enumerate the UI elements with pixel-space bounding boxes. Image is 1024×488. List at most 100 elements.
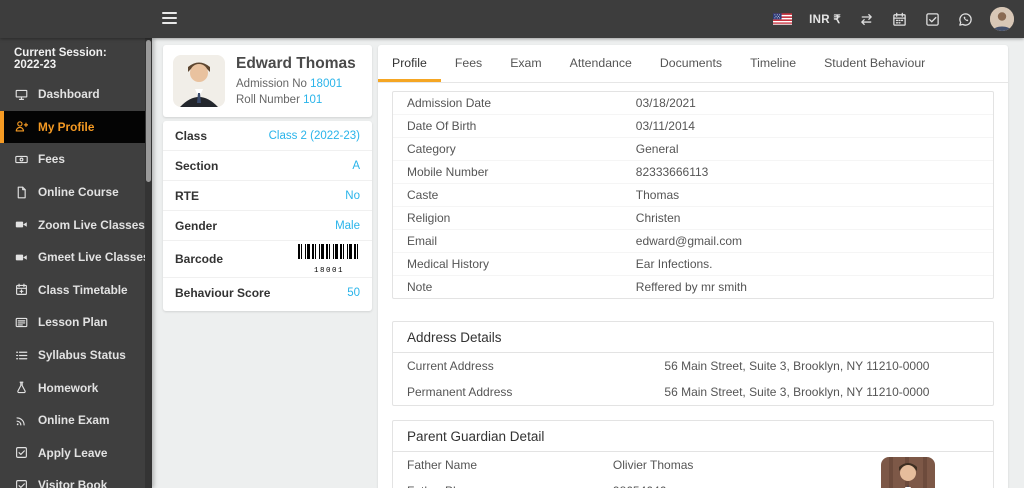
user-plus-icon: [14, 120, 28, 134]
summary-row-section: Section A: [163, 151, 372, 181]
whatsapp-icon[interactable]: [957, 11, 973, 27]
detail-label: Religion: [407, 211, 451, 225]
sidebar-item-lesson-plan[interactable]: Lesson Plan: [0, 306, 152, 339]
flask-icon: [14, 381, 28, 395]
detail-label: Caste: [407, 188, 439, 202]
parent-section-title: Parent Guardian Detail: [393, 421, 993, 452]
parent-guardian-box: Parent Guardian Detail Father Name Olivie…: [392, 420, 994, 488]
detail-value: 56 Main Street, Suite 3, Brooklyn, NY 11…: [664, 359, 930, 373]
summary-value: Male: [335, 219, 360, 232]
sidebar-scrollbar-thumb[interactable]: [146, 40, 151, 182]
tab-exam[interactable]: Exam: [496, 45, 555, 82]
tab-student-behaviour[interactable]: Student Behaviour: [810, 45, 939, 82]
student-name: Edward Thomas: [236, 55, 356, 72]
sidebar-item-gmeet-live-classes[interactable]: Gmeet Live Classes: [0, 241, 152, 274]
student-details-card: Class Class 2 (2022-23) Section A RTE No Gende…: [163, 121, 372, 311]
student-photo: [173, 55, 225, 107]
detail-value: Ear Infections.: [635, 257, 713, 271]
sidebar-item-my-profile[interactable]: My Profile: [0, 110, 152, 144]
language-flag-icon[interactable]: [773, 13, 793, 25]
detail-row-caste: Caste Thomas: [393, 184, 993, 207]
tab-attendance[interactable]: Attendance: [556, 45, 646, 82]
sidebar-nav: Dashboard My Profile Fees Online Course Zoom…: [0, 78, 152, 488]
detail-row-date-of-birth: Date Of Birth 03/11/2014: [393, 115, 993, 138]
summary-label: Class: [175, 128, 208, 143]
summary-row-barcode: Barcode 18001: [163, 241, 372, 278]
detail-label: Mobile Number: [407, 165, 489, 179]
topbar: INR ₹: [0, 0, 1024, 38]
sidebar-item-label: Apply Leave: [38, 445, 108, 460]
detail-row-email: Email edward@gmail.com: [393, 230, 993, 253]
tab-profile[interactable]: Profile: [378, 45, 441, 82]
sidebar-item-online-course[interactable]: Online Course: [0, 176, 152, 209]
detail-row-note: Note Reffered by mr smith: [393, 276, 993, 298]
barcode-image: 18001: [298, 241, 360, 277]
student-summary-card: Edward Thomas Admission No 18001 Roll Nu…: [163, 45, 372, 117]
sidebar-item-label: Class Timetable: [38, 282, 128, 297]
summary-label: Section: [175, 158, 219, 173]
list-icon: [14, 348, 28, 362]
summary-value: Class 2 (2022-23): [268, 129, 360, 142]
detail-row-admission-date: Admission Date 03/18/2021: [393, 92, 993, 115]
check-square-icon: [14, 446, 28, 460]
tab-fees[interactable]: Fees: [441, 45, 496, 82]
sidebar-item-dashboard[interactable]: Dashboard: [0, 78, 152, 111]
sidebar-item-label: Lesson Plan: [38, 315, 108, 330]
sidebar-item-label: Fees: [38, 152, 65, 167]
sidebar-item-label: Syllabus Status: [38, 348, 126, 363]
detail-value: edward@gmail.com: [635, 234, 743, 248]
detail-row-religion: Religion Christen: [393, 207, 993, 230]
detail-row-mobile-number: Mobile Number 82333666113: [393, 161, 993, 184]
summary-row-rte: RTE No: [163, 181, 372, 211]
detail-value: 03/18/2021: [635, 96, 696, 110]
barcode-number: 18001: [313, 267, 344, 275]
detail-value: 82333666113: [635, 165, 709, 179]
roll-number-line: Roll Number 101: [236, 92, 356, 108]
tab-documents[interactable]: Documents: [646, 45, 736, 82]
current-session-label: Current Session: 2022-23: [14, 47, 107, 71]
sidebar-item-label: Dashboard: [38, 87, 100, 102]
sidebar-item-homework[interactable]: Homework: [0, 371, 152, 404]
user-avatar[interactable]: [990, 7, 1014, 31]
tab-timeline[interactable]: Timeline: [736, 45, 810, 82]
swap-icon[interactable]: [858, 11, 874, 27]
video-icon: [14, 218, 28, 232]
rss-icon: [14, 413, 28, 427]
detail-value: Christen: [635, 211, 681, 225]
sidebar-item-label: Gmeet Live Classes: [38, 250, 150, 265]
sidebar-item-online-exam[interactable]: Online Exam: [0, 404, 152, 437]
sidebar-item-apply-leave[interactable]: Apply Leave: [0, 437, 152, 470]
admission-no-value: 18001: [310, 78, 343, 90]
menu-toggle-icon[interactable]: [162, 12, 177, 25]
sidebar-item-class-timetable[interactable]: Class Timetable: [0, 274, 152, 307]
admission-no-label: Admission No: [236, 78, 307, 90]
detail-label: Permanent Address: [407, 385, 513, 399]
sidebar-item-fees[interactable]: Fees: [0, 143, 152, 176]
monitor-icon: [14, 87, 28, 101]
sidebar-item-syllabus-status[interactable]: Syllabus Status: [0, 339, 152, 372]
roll-number-label: Roll Number: [236, 94, 300, 106]
father-photo: [881, 457, 935, 488]
detail-value: Reffered by mr smith: [635, 280, 747, 294]
sidebar-item-zoom-live-classes[interactable]: Zoom Live Classes: [0, 208, 152, 241]
address-details-box: Address Details Current Address 56 Main S…: [392, 321, 994, 406]
detail-row-current-address: Current Address 56 Main Street, Suite 3, …: [393, 353, 993, 379]
task-icon[interactable]: [924, 11, 940, 27]
admission-no-line: Admission No 18001: [236, 76, 356, 92]
summary-label: Barcode: [175, 252, 224, 266]
sidebar-item-label: Online Exam: [38, 413, 110, 428]
tab-bar: Profile Fees Exam Attendance Documents Timeli…: [378, 45, 1008, 83]
detail-row-medical-history: Medical History Ear Infections.: [393, 253, 993, 276]
currency-selector[interactable]: INR ₹: [809, 12, 841, 26]
student-identity: Edward Thomas Admission No 18001 Roll Nu…: [236, 55, 356, 107]
detail-label: Medical History: [407, 257, 490, 271]
address-section-title: Address Details: [393, 322, 993, 353]
detail-label: Father Name: [407, 458, 478, 472]
detail-row-category: Category General: [393, 138, 993, 161]
student-detail-panel: Profile Fees Exam Attendance Documents Timeli…: [378, 45, 1008, 488]
summary-value: A: [352, 159, 360, 172]
sidebar-item-visitor-book[interactable]: Visitor Book: [0, 469, 152, 488]
detail-label: Current Address: [407, 359, 494, 373]
check-square-icon: [14, 478, 28, 488]
calendar-icon[interactable]: [891, 11, 907, 27]
